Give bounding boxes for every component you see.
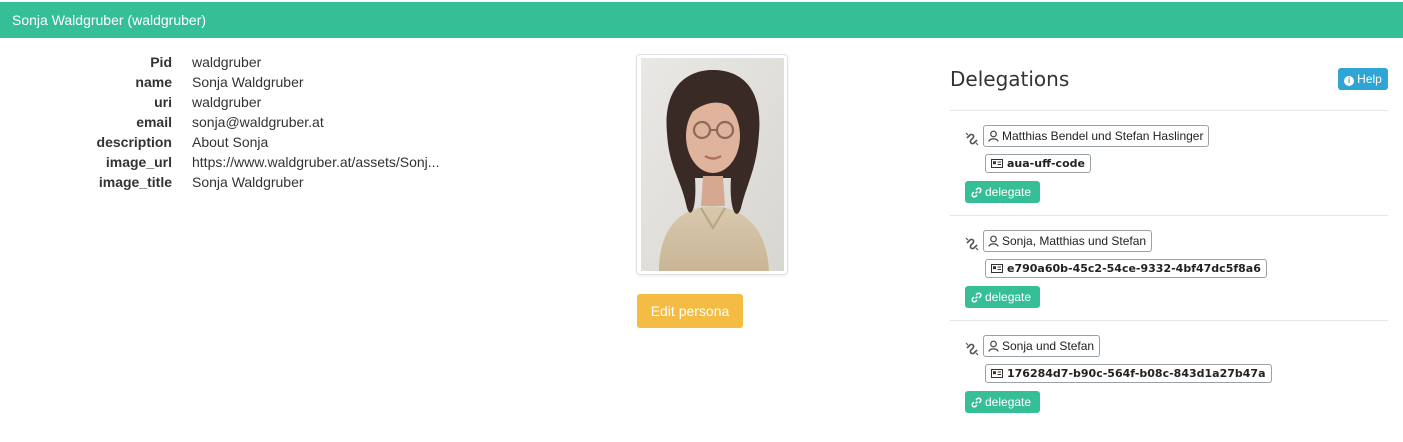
help-label: Help xyxy=(1357,72,1382,86)
id-card-icon xyxy=(991,159,1003,168)
delegate-button[interactable]: delegate xyxy=(965,286,1040,308)
portrait-image xyxy=(641,58,784,271)
unlink-icon[interactable] xyxy=(964,131,980,147)
property-row: image_title Sonja Waldgruber xyxy=(0,174,600,194)
property-value: Sonja Waldgruber xyxy=(192,174,304,190)
unlink-icon[interactable] xyxy=(964,236,980,252)
persona-title: Sonja Waldgruber (waldgruber) xyxy=(12,12,207,28)
property-value: Sonja Waldgruber xyxy=(192,74,304,90)
delegate-label: delegate xyxy=(985,185,1032,199)
property-key: description xyxy=(96,134,172,150)
delegation-item: Sonja und Stefan 176284d7-b90c-564f-b08c… xyxy=(950,335,1388,425)
property-value: About Sonja xyxy=(192,134,269,150)
property-key: email xyxy=(136,114,172,130)
unlink-icon[interactable] xyxy=(964,341,980,357)
divider xyxy=(950,215,1388,216)
code-value: aua-uff-code xyxy=(1007,157,1085,170)
info-circle-icon: i xyxy=(1344,76,1355,86)
property-key: image_title xyxy=(98,174,172,190)
code-chip: 176284d7-b90c-564f-b08c-843d1a27b47a xyxy=(985,364,1272,383)
persona-header: Sonja Waldgruber (waldgruber) xyxy=(0,2,1403,38)
delegation-item: Matthias Bendel und Stefan Haslinger aua… xyxy=(950,125,1388,215)
id-card-icon xyxy=(991,264,1003,273)
link-icon xyxy=(971,292,982,303)
property-row: image_url https://www.waldgruber.at/asse… xyxy=(0,154,600,174)
edit-persona-button[interactable]: Edit persona xyxy=(637,294,743,328)
property-value: waldgruber xyxy=(192,54,262,70)
link-icon xyxy=(971,397,982,408)
delegation-item: Sonja, Matthias und Stefan e790a60b-45c2… xyxy=(950,230,1388,320)
property-row: uri waldgruber xyxy=(0,94,600,114)
person-name: Matthias Bendel und Stefan Haslinger xyxy=(1002,129,1204,143)
property-key: uri xyxy=(154,94,172,110)
property-row: email sonja@waldgruber.at xyxy=(0,114,600,134)
code-value: e790a60b-45c2-54ce-9332-4bf47dc5f8a6 xyxy=(1007,262,1261,275)
person-name: Sonja, Matthias und Stefan xyxy=(1002,234,1147,248)
property-value: sonja@waldgruber.at xyxy=(192,114,324,130)
code-chip: aua-uff-code xyxy=(985,154,1091,173)
delegate-label: delegate xyxy=(985,290,1032,304)
property-key: image_url xyxy=(105,154,172,170)
code-value: 176284d7-b90c-564f-b08c-843d1a27b47a xyxy=(1007,367,1266,380)
property-row: Pid waldgruber xyxy=(0,54,600,74)
property-key: name xyxy=(135,74,172,90)
help-button[interactable]: i Help xyxy=(1338,68,1388,90)
divider xyxy=(950,110,1388,111)
delegate-button[interactable]: delegate xyxy=(965,391,1040,413)
delegate-label: delegate xyxy=(985,395,1032,409)
person-name: Sonja und Stefan xyxy=(1002,339,1095,353)
property-value: https://www.waldgruber.at/assets/Sonj... xyxy=(192,154,440,170)
user-icon xyxy=(988,235,999,247)
user-icon xyxy=(988,340,999,352)
delegations-title: Delegations xyxy=(950,67,1070,91)
person-chip: Matthias Bendel und Stefan Haslinger xyxy=(983,125,1210,147)
id-card-icon xyxy=(991,369,1003,378)
user-icon xyxy=(988,130,999,142)
delegate-button[interactable]: delegate xyxy=(965,181,1040,203)
code-chip: e790a60b-45c2-54ce-9332-4bf47dc5f8a6 xyxy=(985,259,1267,278)
property-key: Pid xyxy=(150,54,172,70)
divider xyxy=(950,320,1388,321)
link-icon xyxy=(971,187,982,198)
property-row: name Sonja Waldgruber xyxy=(0,74,600,94)
person-chip: Sonja und Stefan xyxy=(983,335,1101,357)
persona-photo xyxy=(636,54,788,275)
person-chip: Sonja, Matthias und Stefan xyxy=(983,230,1153,252)
property-value: waldgruber xyxy=(192,94,262,110)
property-row: description About Sonja xyxy=(0,134,600,154)
